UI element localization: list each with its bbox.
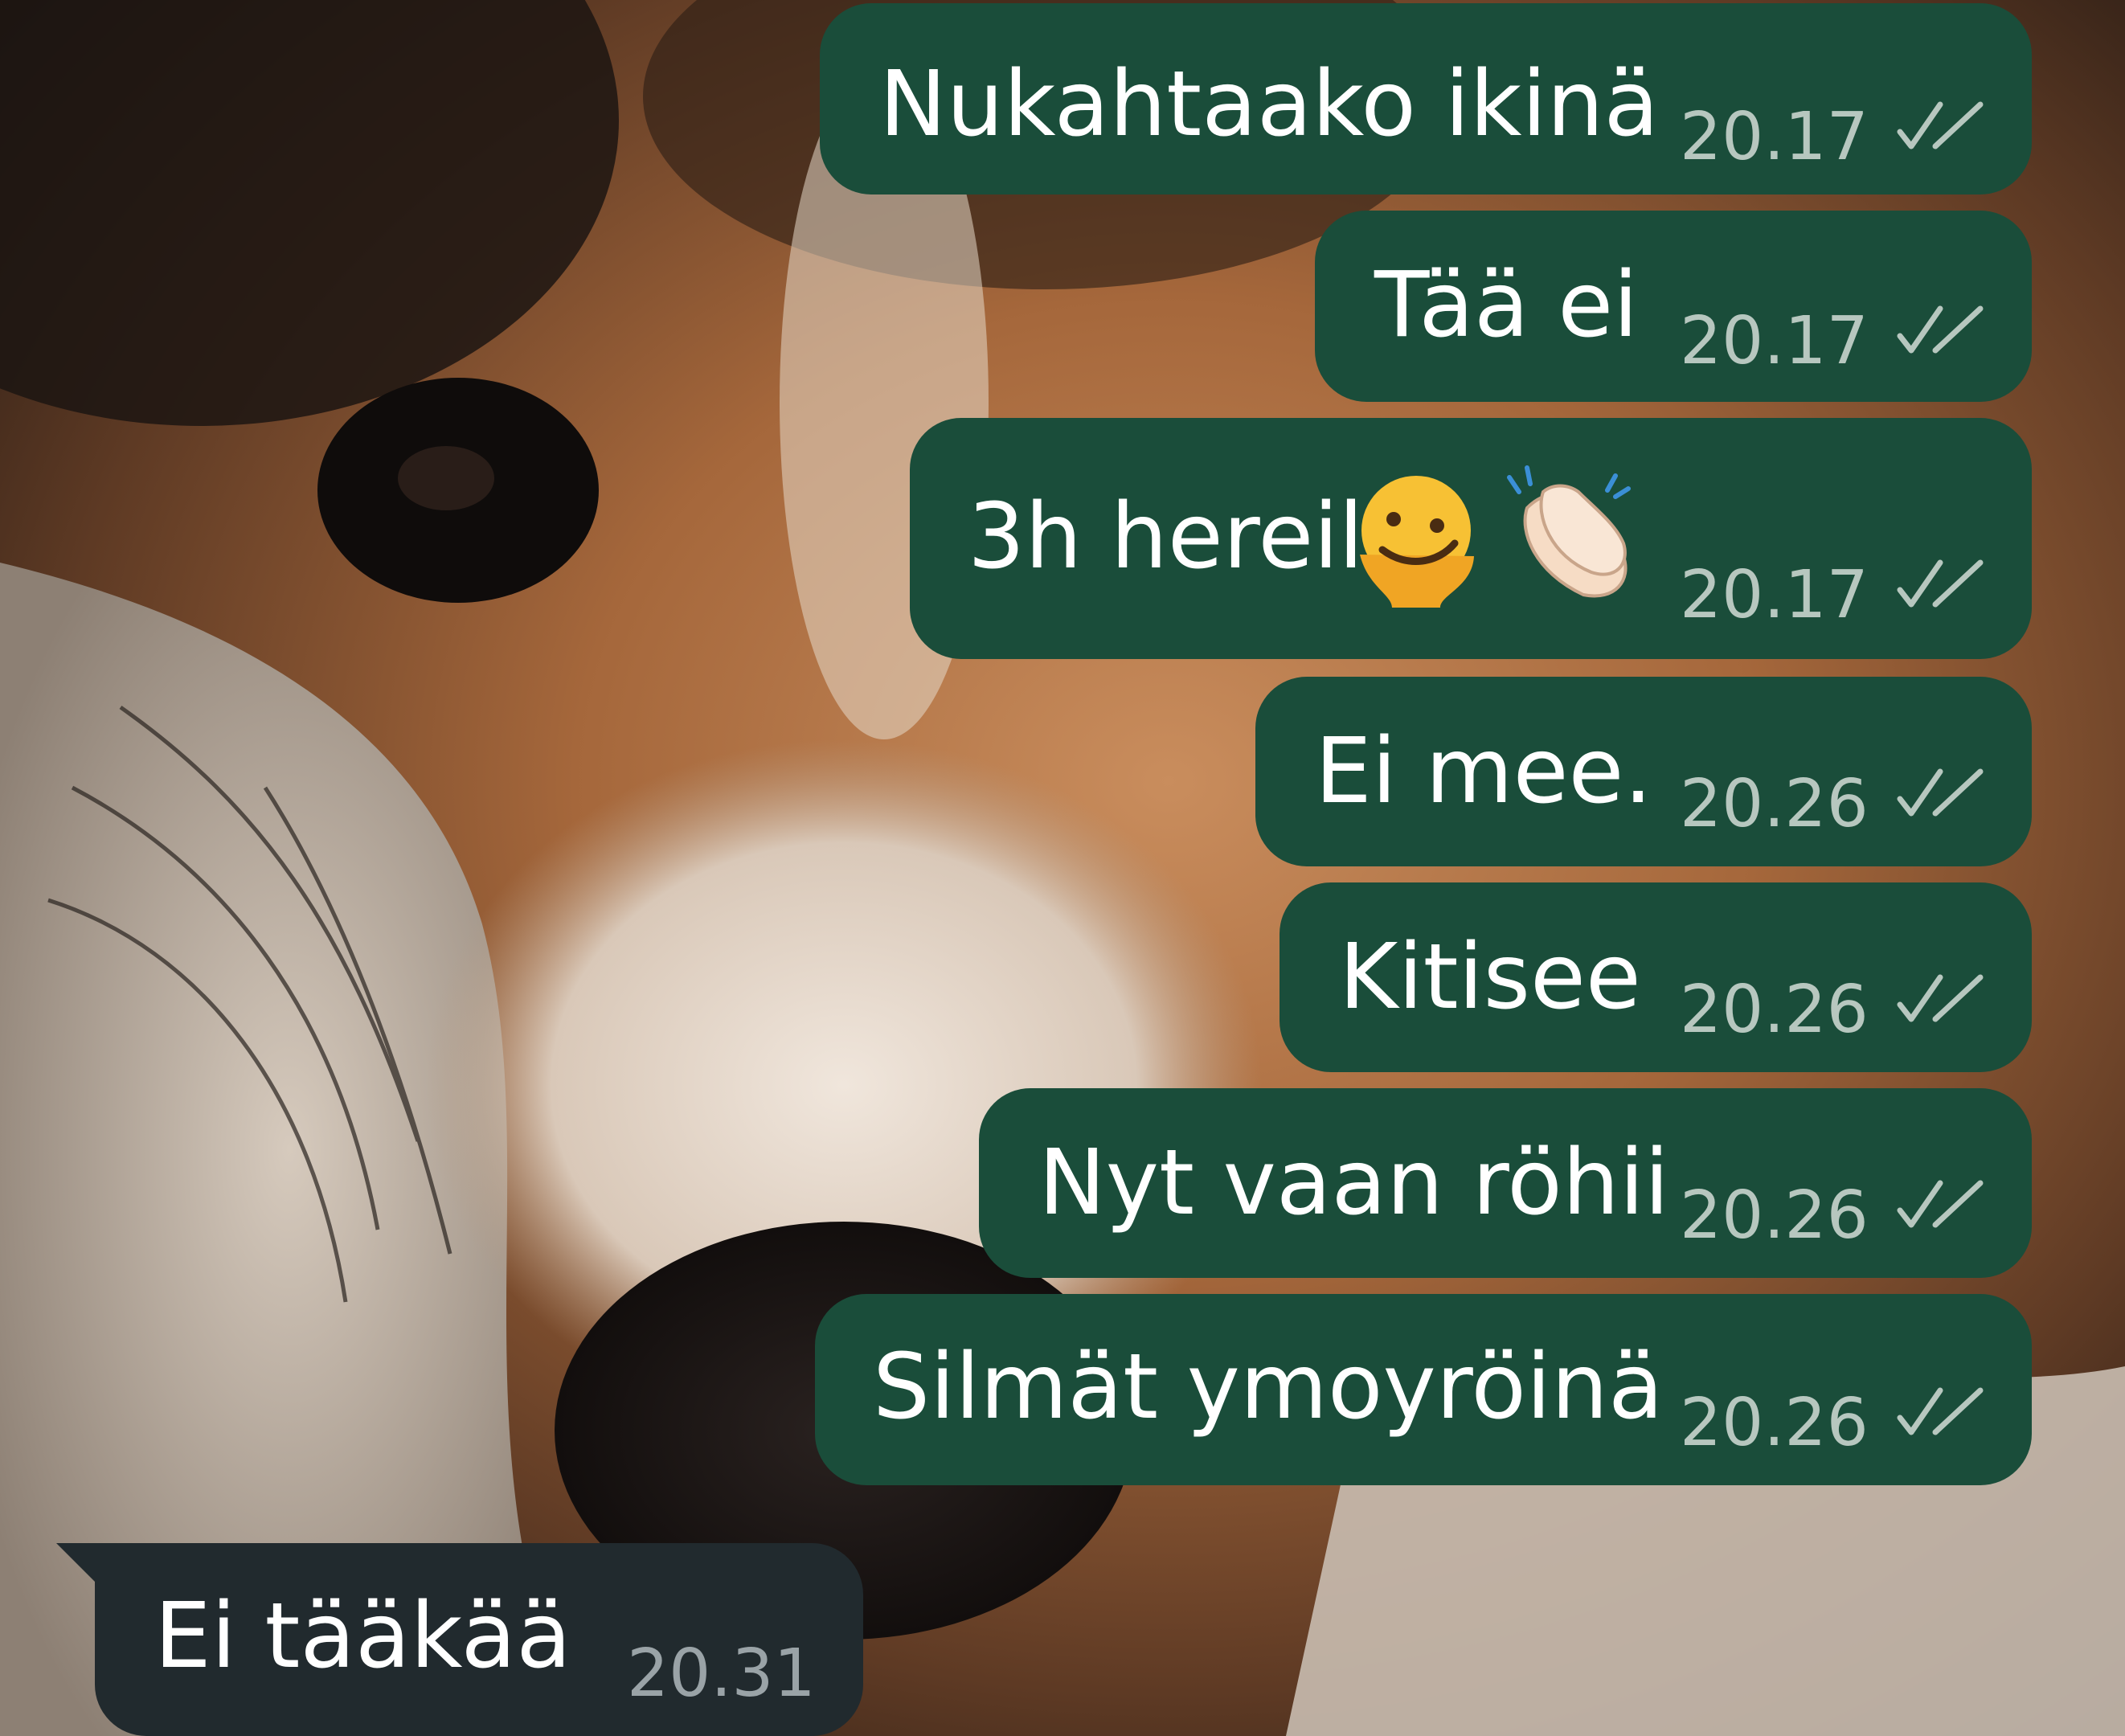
- message-timestamp: 20.26: [1680, 1177, 1869, 1254]
- message-bubble-outgoing[interactable]: Ei mee. 20.26: [1255, 677, 2032, 866]
- read-double-check-icon: [1897, 1387, 1984, 1435]
- chat-message-list[interactable]: Nukahtaako ikinä 20.17 Tää ei 20.17 3h h…: [0, 0, 2125, 1736]
- message-bubble-outgoing[interactable]: Tää ei 20.17: [1315, 211, 2032, 402]
- message-text: Nyt vaan röhii: [1038, 1131, 1670, 1235]
- message-text: 3h hereil: [968, 485, 1364, 589]
- read-double-check-icon: [1897, 101, 1984, 149]
- message-bubble-outgoing[interactable]: 3h hereil 20.17: [910, 418, 2032, 659]
- read-double-check-icon: [1897, 1180, 1984, 1228]
- message-timestamp: 20.26: [1680, 1385, 1869, 1461]
- message-text: Ei mee.: [1315, 719, 1652, 824]
- message-timestamp: 20.31: [627, 1636, 816, 1712]
- message-text: Kitisee: [1339, 925, 1641, 1030]
- message-bubble-outgoing[interactable]: Nukahtaako ikinä 20.17: [820, 3, 2032, 194]
- message-timestamp: 20.26: [1680, 972, 1869, 1048]
- message-bubble-outgoing[interactable]: Silmät ymoyröinä 20.26: [815, 1294, 2032, 1485]
- message-text: Nukahtaako ikinä: [879, 52, 1660, 157]
- message-timestamp: 20.17: [1680, 303, 1869, 379]
- message-bubble-incoming[interactable]: Ei tääkää 20.31: [95, 1543, 863, 1736]
- message-text: Tää ei: [1374, 253, 1639, 358]
- read-double-check-icon: [1897, 305, 1984, 354]
- melting-face-emoji: [1360, 476, 1474, 608]
- message-timestamp: 20.17: [1680, 99, 1869, 175]
- message-text: Silmät ymoyröinä: [873, 1335, 1664, 1439]
- read-double-check-icon: [1897, 559, 1984, 608]
- message-timestamp: 20.17: [1680, 557, 1869, 633]
- read-double-check-icon: [1897, 974, 1984, 1022]
- clapping-hands-emoji: [1507, 465, 1631, 598]
- message-timestamp: 20.26: [1680, 766, 1869, 842]
- read-double-check-icon: [1897, 768, 1984, 817]
- message-text: Ei tääkää: [154, 1584, 571, 1689]
- message-bubble-outgoing[interactable]: Nyt vaan röhii 20.26: [979, 1088, 2032, 1278]
- message-bubble-outgoing[interactable]: Kitisee 20.26: [1280, 882, 2032, 1072]
